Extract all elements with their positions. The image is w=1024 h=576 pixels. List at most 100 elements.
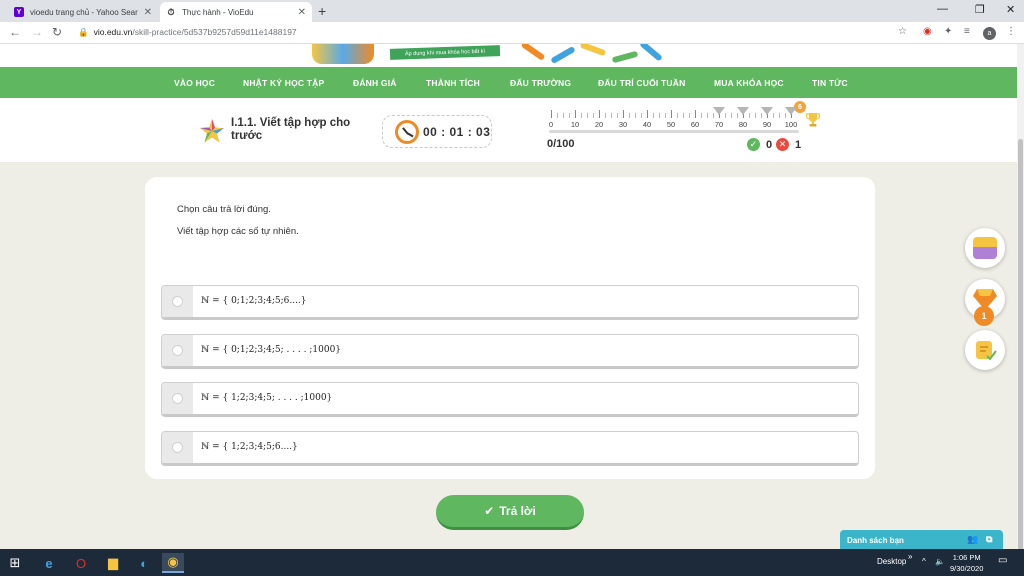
browser-tab-yahoo[interactable]: Y vioedu trang chủ - Yahoo Search ✕ — [8, 2, 158, 22]
expand-icon[interactable]: ⧉ — [986, 534, 992, 545]
windows-start-icon[interactable]: ⊞ — [4, 553, 26, 573]
desktop-label[interactable]: Desktop — [877, 557, 906, 566]
promo-text: Áp dụng khi mua khóa học bất kì — [389, 45, 501, 60]
volume-icon[interactable]: 🔈 — [935, 557, 945, 566]
wrong-count-value: 1 — [795, 138, 802, 151]
edge-icon[interactable]: ◐ — [133, 553, 155, 573]
puzzle-icon[interactable]: ✦ — [944, 26, 952, 37]
tray-up-icon[interactable]: ^ — [922, 557, 926, 566]
avatar[interactable]: a — [983, 27, 996, 40]
close-tab-icon[interactable]: ✕ — [144, 7, 152, 18]
close-window-icon[interactable]: ✕ — [1006, 3, 1015, 16]
tab-title: Thực hành - VioEdu — [182, 7, 254, 17]
overflow-chevron-icon[interactable]: » — [908, 552, 912, 561]
opera-icon[interactable]: O — [70, 553, 92, 573]
scale-minor-tick — [689, 113, 690, 118]
scale-minor-tick — [569, 113, 570, 118]
nav-item-mua-khoa-hoc[interactable]: MUA KHÓA HỌC — [714, 78, 784, 88]
system-clock[interactable]: 1:06 PM 9/30/2020 — [950, 552, 983, 574]
browser-tab-vioedu[interactable]: ⏱ Thực hành - VioEdu ✕ — [160, 2, 312, 22]
page-scrollbar[interactable] — [1017, 44, 1024, 569]
answer-option-4[interactable]: ℕ = { 1;2;3;4;5;6....} — [161, 431, 859, 466]
nav-item-vao-hoc[interactable]: VÀO HỌC — [174, 78, 215, 88]
scale-label: 70 — [714, 120, 724, 129]
submit-label: Trả lời — [499, 504, 536, 518]
option-text: ℕ = { 0;1;2;3;4;5; . . . . ;1000} — [201, 345, 342, 355]
radio-button[interactable] — [172, 442, 183, 453]
scale-minor-tick — [659, 113, 660, 118]
scale-label: 80 — [738, 120, 748, 129]
nav-item-dau-truong[interactable]: ĐẤU TRƯỜNG — [510, 78, 571, 88]
timer-value: 00 : 01 : 03 — [423, 125, 491, 139]
nav-item-tin-tuc[interactable]: TIN TỨC — [812, 78, 848, 88]
scale-label: 10 — [570, 120, 580, 129]
scroll-icon — [976, 341, 997, 361]
friends-list-bar[interactable]: Danh sách bạn 👥 ⧉ — [840, 530, 1003, 550]
scale-label: 20 — [594, 120, 604, 129]
scale-tick — [551, 110, 552, 118]
scale-minor-tick — [617, 113, 618, 118]
correct-count: ✓ 0 — [747, 138, 772, 151]
radio-button[interactable] — [172, 296, 183, 307]
chrome-icon[interactable]: ◉ — [162, 553, 184, 573]
clock-icon — [395, 120, 419, 144]
promo-banner[interactable]: Áp dụng khi mua khóa học bất kì — [0, 44, 1024, 67]
scale-tick — [623, 110, 624, 118]
answer-option-2[interactable]: ℕ = { 0;1;2;3;4;5; . . . . ;1000} — [161, 334, 859, 369]
submit-answer-button[interactable]: ✔ Trả lời — [436, 495, 584, 530]
question-instruction: Chọn câu trả lời đúng. — [177, 204, 271, 215]
exercise-title: I.1.1. Viết tập hợp cho trước — [231, 117, 351, 142]
minimize-icon[interactable]: — — [937, 3, 948, 15]
back-icon[interactable]: ← — [9, 25, 21, 39]
forward-icon[interactable]: → — [31, 25, 43, 39]
extension-icon[interactable]: ◉ — [923, 26, 932, 37]
notification-badge: 1 — [974, 306, 994, 326]
progress-bar — [549, 130, 799, 133]
milestone-marker-icon — [785, 107, 797, 115]
add-friend-icon[interactable]: 👥 — [967, 534, 978, 545]
clock-date: 9/30/2020 — [950, 564, 984, 573]
scrollbar-thumb[interactable] — [1018, 139, 1023, 569]
star-icon — [200, 119, 224, 143]
lock-icon: 🔒 — [78, 27, 89, 37]
nav-item-danh-gia[interactable]: ĐÁNH GIÁ — [353, 78, 397, 88]
cross-icon: ✕ — [776, 138, 789, 151]
file-explorer-icon[interactable]: ▆ — [102, 553, 124, 573]
score: 0/100 — [547, 138, 575, 150]
answer-option-1[interactable]: ℕ = { 0;1;2;3;4;5;6....} — [161, 285, 859, 320]
scale-minor-tick — [701, 113, 702, 118]
url-path: /skill-practice/5d537b9257d59d11e1488197 — [132, 27, 297, 37]
question-prompt: Viết tập hợp các số tự nhiên. — [177, 226, 299, 237]
nav-item-nhat-ky[interactable]: NHẬT KÝ HỌC TẬP — [243, 78, 324, 88]
reload-icon[interactable]: ↻ — [52, 25, 62, 39]
scale-minor-tick — [665, 113, 666, 118]
nav-item-dau-tri[interactable]: ĐẤU TRÍ CUỐI TUẦN — [598, 78, 685, 88]
media-icon[interactable]: ≡ — [964, 26, 970, 37]
scale-minor-tick — [779, 113, 780, 118]
ie-icon[interactable]: e — [38, 553, 60, 573]
bookmark-star-icon[interactable]: ☆ — [898, 26, 907, 37]
nav-item-thanh-tich[interactable]: THÀNH TÍCH — [426, 78, 480, 88]
scale-tick — [599, 110, 600, 118]
timer: 00 : 01 : 03 — [382, 115, 492, 148]
scale-label: 30 — [618, 120, 628, 129]
scale-minor-tick — [725, 113, 726, 118]
restore-icon[interactable]: ❐ — [975, 3, 985, 16]
progress-scale: 6 0 10 20 30 40 50 60 70 80 90 100 — [546, 101, 806, 134]
scale-tick — [647, 110, 648, 118]
new-tab-icon[interactable]: + — [318, 3, 326, 19]
radio-button[interactable] — [172, 393, 183, 404]
notes-button[interactable] — [965, 330, 1005, 370]
stopwatch-icon: ⏱ — [167, 6, 175, 17]
radio-button[interactable] — [172, 345, 183, 356]
menu-icon[interactable]: ⋮ — [1006, 26, 1016, 37]
ranking-button[interactable] — [965, 228, 1005, 268]
notification-icon[interactable]: ▭ — [998, 555, 1007, 566]
tab-title: vioedu trang chủ - Yahoo Search — [30, 7, 138, 17]
scale-minor-tick — [611, 113, 612, 118]
windows-taskbar: ⊞ e O ▆ ◐ ◉ Desktop » ^ 🔈 ▭ — [0, 549, 1024, 576]
check-icon: ✔ — [484, 504, 495, 518]
url-field[interactable]: 🔒 vio.edu.vn/skill-practice/5d537b9257d59… — [78, 27, 297, 38]
close-tab-icon[interactable]: ✕ — [298, 7, 306, 18]
answer-option-3[interactable]: ℕ = { 1;2;3;4;5; . . . . ;1000} — [161, 382, 859, 417]
